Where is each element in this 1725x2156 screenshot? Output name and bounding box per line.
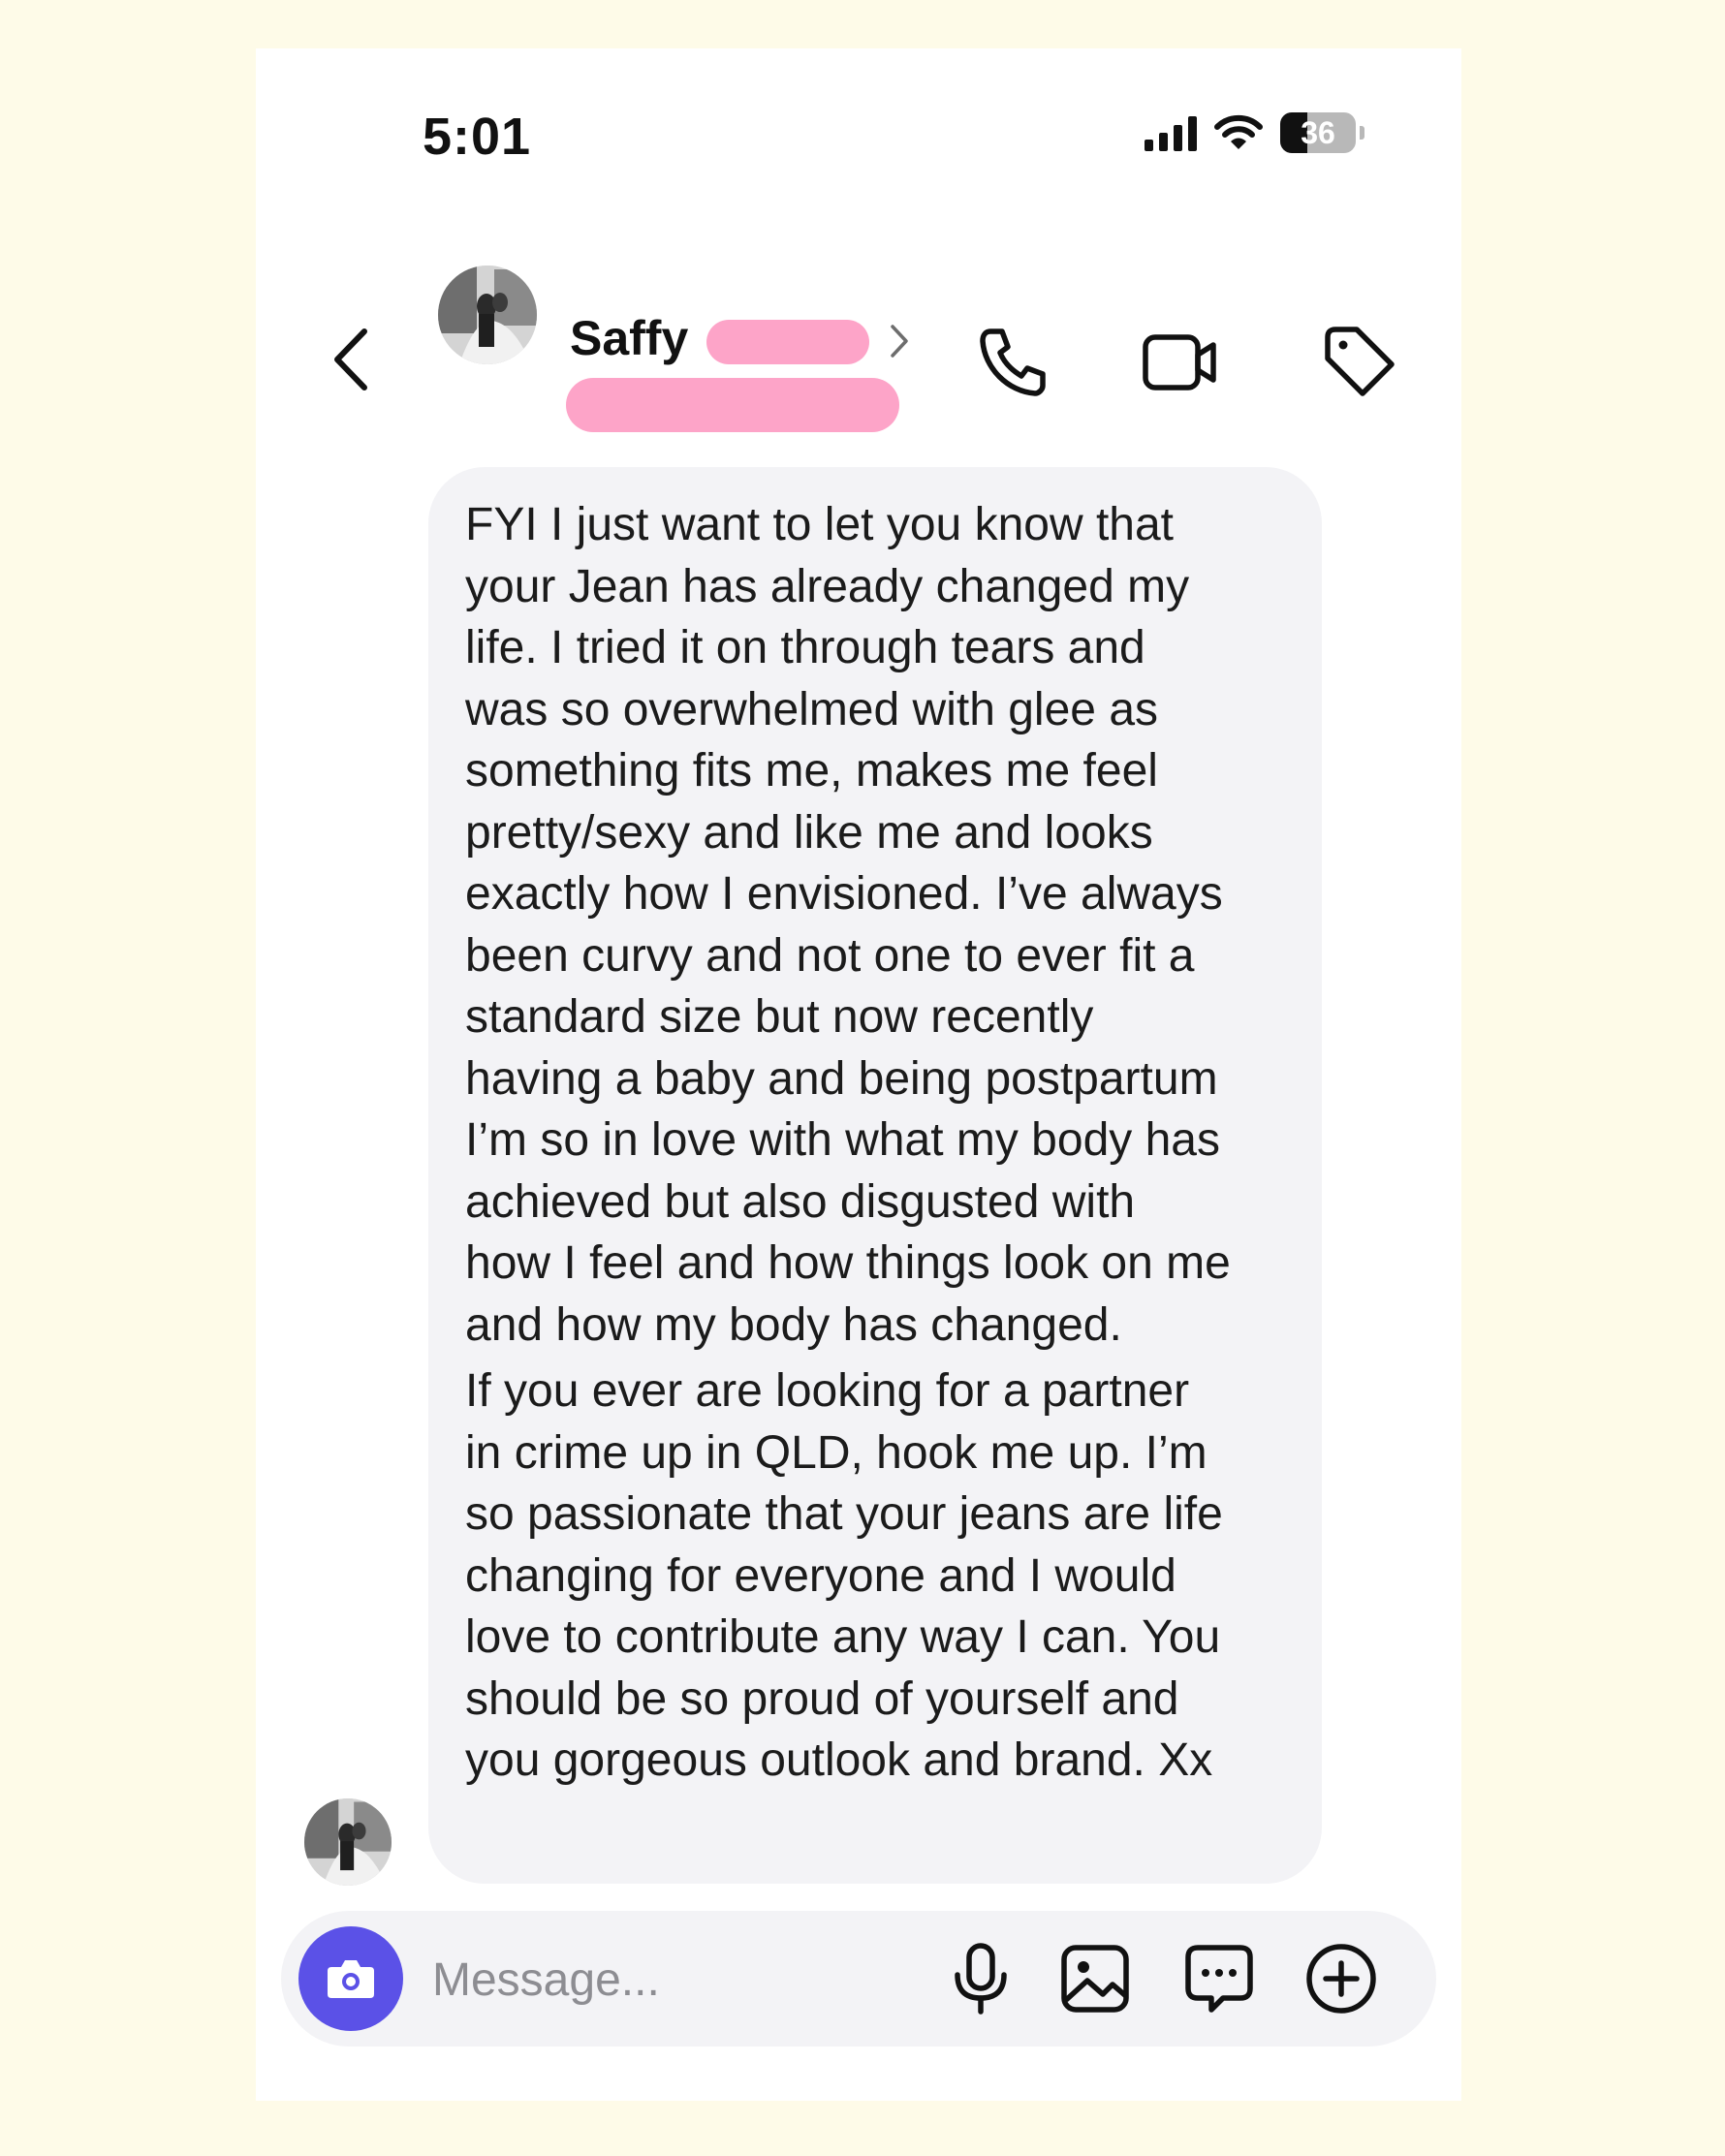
battery-nub xyxy=(1360,126,1364,140)
message-input[interactable] xyxy=(430,1948,890,2012)
camera-icon xyxy=(328,1960,374,1998)
contact-name[interactable]: Saffy xyxy=(570,310,688,366)
phone-screen: 5:01 36 Saffy FYI I just want to let you… xyxy=(256,48,1461,2101)
status-time: 5:01 xyxy=(423,108,532,166)
battery-level: 36 xyxy=(1301,114,1335,150)
video-icon[interactable] xyxy=(1140,322,1221,403)
avatar-photo xyxy=(438,266,537,364)
avatar-photo xyxy=(304,1798,392,1886)
message-bubble[interactable]: FYI I just want to let you know that you… xyxy=(428,467,1322,1884)
wifi-icon xyxy=(1214,114,1263,149)
status-icons: 36 xyxy=(1145,112,1364,153)
redacted-username-block xyxy=(566,378,899,432)
plus-icon[interactable] xyxy=(1302,1940,1380,2017)
sticker-icon[interactable] xyxy=(1180,1940,1258,2017)
sender-avatar[interactable] xyxy=(304,1798,392,1886)
message-paragraph-1: FYI I just want to let you know that you… xyxy=(465,499,1231,1351)
phone-icon[interactable] xyxy=(973,322,1054,403)
chevron-left-icon[interactable] xyxy=(329,326,372,393)
contact-avatar[interactable] xyxy=(438,266,537,364)
redacted-name-block xyxy=(706,320,869,364)
microphone-icon[interactable] xyxy=(942,1940,1019,2017)
camera-button[interactable] xyxy=(298,1926,403,2031)
tag-icon[interactable] xyxy=(1318,322,1399,403)
gallery-icon[interactable] xyxy=(1056,1940,1134,2017)
message-paragraph-2: If you ever are looking for a partner in… xyxy=(465,1365,1223,1786)
chevron-right-icon[interactable] xyxy=(888,322,911,360)
battery-icon: 36 xyxy=(1280,112,1356,153)
message-composer xyxy=(281,1911,1436,2047)
signal-icon xyxy=(1145,114,1197,151)
